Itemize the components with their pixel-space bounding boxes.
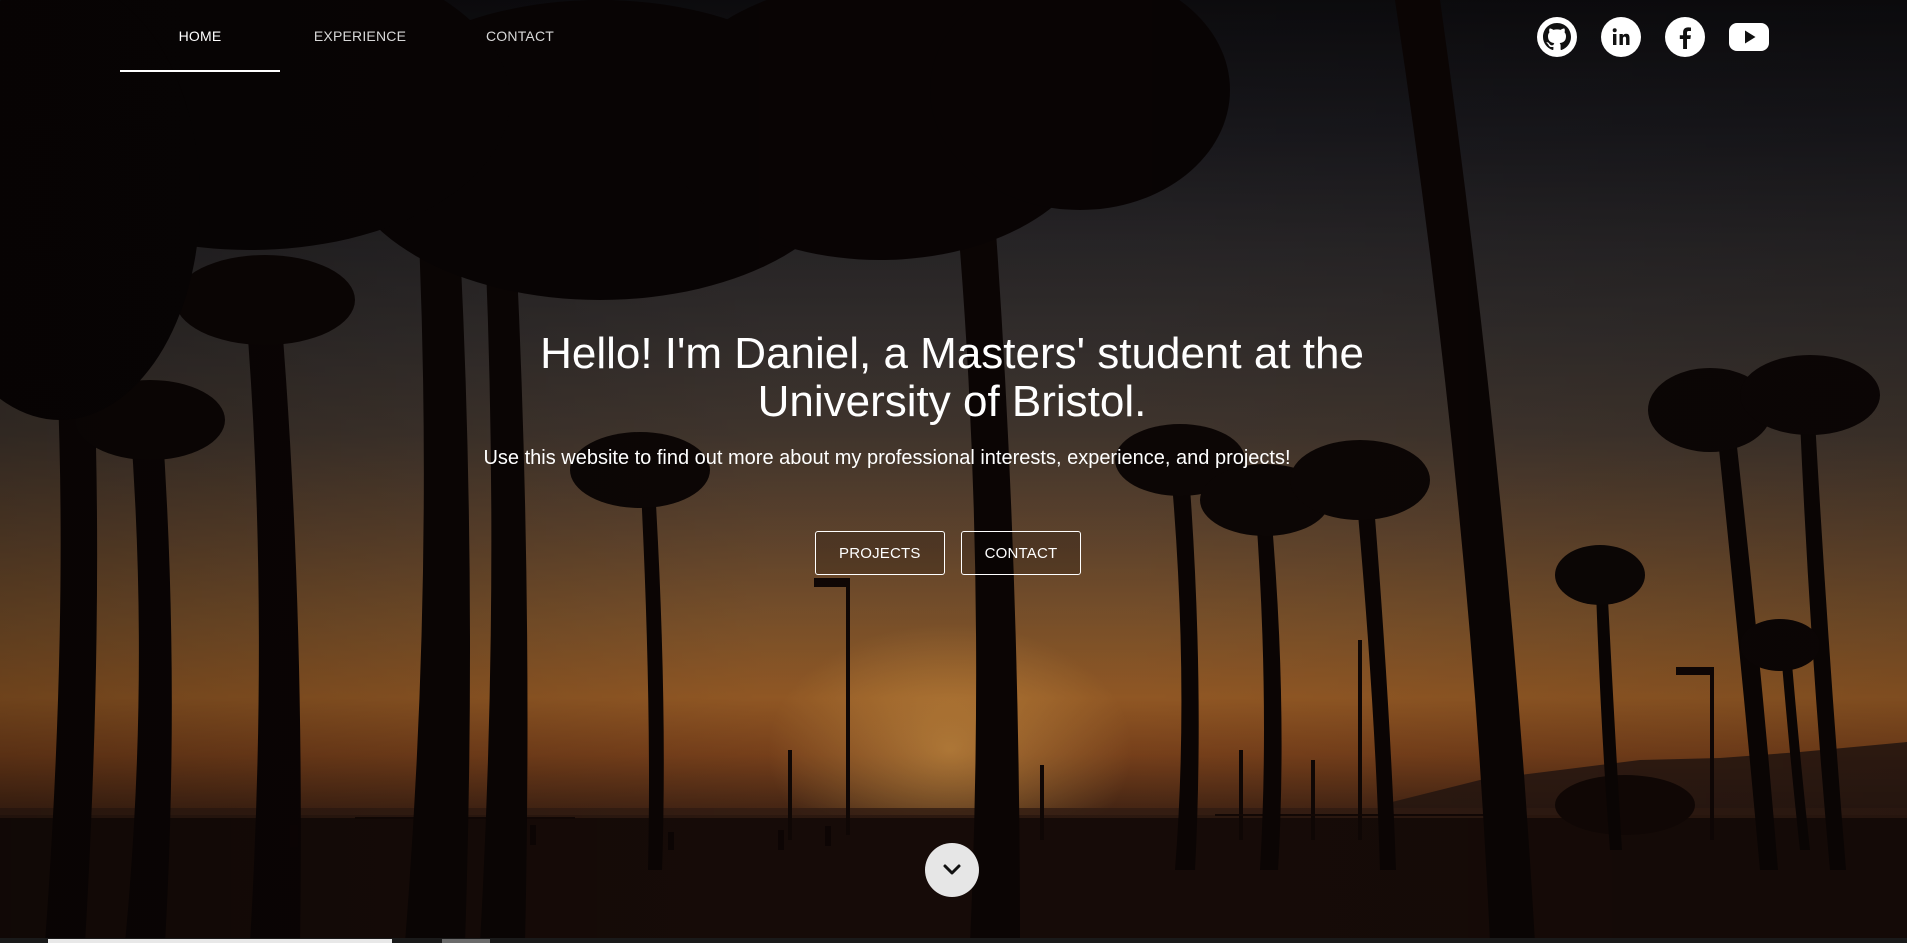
nav-item-home[interactable]: HOME <box>120 0 280 72</box>
github-link[interactable] <box>1536 16 1578 58</box>
nav-item-experience[interactable]: EXPERIENCE <box>280 0 440 72</box>
github-icon <box>1537 17 1577 57</box>
scroll-down-button[interactable] <box>925 843 979 897</box>
nav-item-label: HOME <box>178 28 222 44</box>
linkedin-icon <box>1601 17 1641 57</box>
scrollbar-thumb[interactable] <box>48 939 392 943</box>
facebook-link[interactable] <box>1664 16 1706 58</box>
nav-item-label: CONTACT <box>485 28 555 44</box>
contact-button[interactable]: CONTACT <box>960 531 1082 575</box>
main-nav: HOME EXPERIENCE CONTACT <box>120 0 600 72</box>
scrollbar-thumb-secondary[interactable] <box>442 939 490 943</box>
youtube-link[interactable] <box>1728 16 1770 58</box>
hero-buttons: PROJECTS CONTACT <box>815 531 1082 575</box>
chevron-down-icon <box>943 864 961 875</box>
nav-item-label: EXPERIENCE <box>313 28 407 44</box>
background-overlay <box>0 0 1907 943</box>
social-links <box>1536 16 1770 58</box>
linkedin-link[interactable] <box>1600 16 1642 58</box>
hero-section <box>0 0 1907 943</box>
nav-item-contact[interactable]: CONTACT <box>440 0 600 72</box>
hero-subline: Use this website to find out more about … <box>483 447 1291 469</box>
youtube-icon <box>1729 23 1769 51</box>
facebook-icon <box>1665 17 1705 57</box>
projects-button[interactable]: PROJECTS <box>815 531 945 575</box>
horizontal-scrollbar[interactable] <box>0 938 1907 943</box>
hero-headline: Hello! I'm Daniel, a Masters' student at… <box>540 329 1364 426</box>
